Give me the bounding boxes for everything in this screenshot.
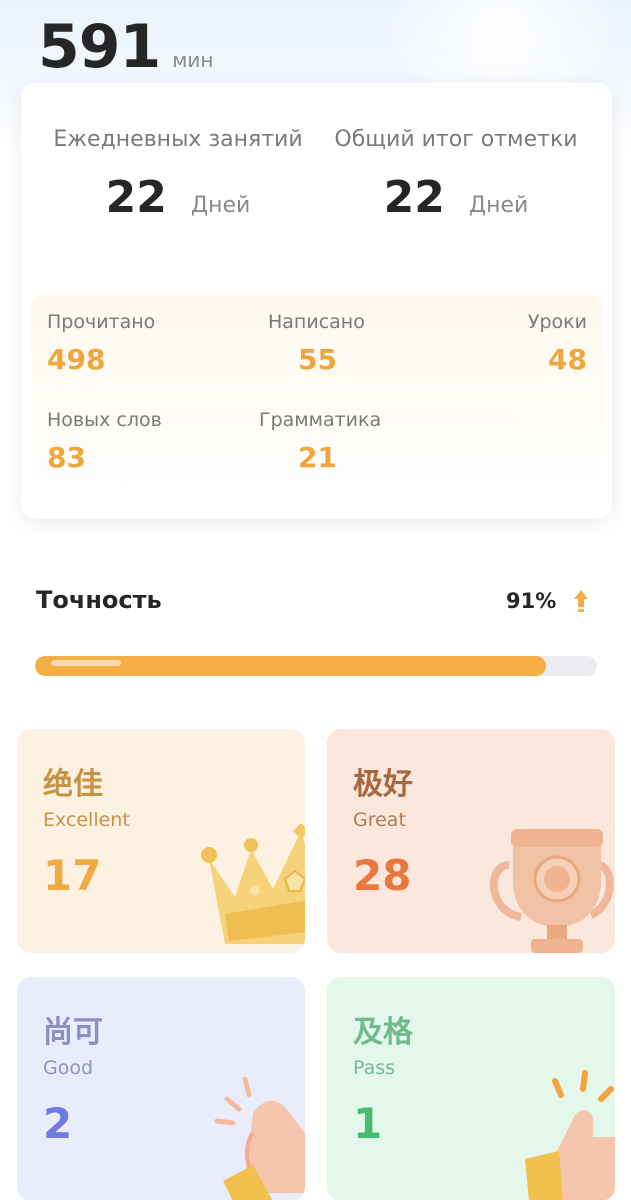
accuracy-percent: 91% — [506, 589, 557, 613]
grade-title-cn: 及格 — [353, 1015, 413, 1050]
daily-sessions-value: 22 — [105, 172, 167, 223]
grade-card-good[interactable]: 尚可 Good 2 — [17, 977, 305, 1200]
metric-value: 21 — [298, 441, 337, 474]
accuracy-progress-bar — [35, 656, 597, 676]
grade-card-pass[interactable]: 及格 Pass 1 — [327, 977, 615, 1200]
metric-value: 48 — [548, 343, 587, 376]
grade-count: 2 — [43, 1099, 73, 1148]
total-checkins-unit: Дней — [468, 193, 529, 218]
metric-value: 83 — [47, 441, 86, 474]
minutes-value: 591 — [38, 12, 161, 82]
grade-title-cn: 极好 — [353, 767, 413, 802]
grade-card-great[interactable]: 极好 Great 28 — [327, 729, 615, 953]
daily-sessions-label: Ежедневных занятий — [53, 127, 303, 152]
metric-label: Новых слов — [47, 409, 162, 431]
grade-count: 1 — [353, 1099, 383, 1148]
metric-label: Уроки — [527, 311, 587, 333]
grade-title-en: Great — [353, 809, 406, 831]
metric-written: Написано 55 — [268, 311, 365, 376]
daily-sessions: Ежедневных занятий 22 Дней — [43, 127, 313, 223]
stats-card: Ежедневных занятий 22 Дней Общий итог от… — [21, 83, 612, 519]
grade-count: 28 — [353, 851, 412, 900]
accuracy-progress-fill — [35, 656, 547, 676]
clapping-hands-icon — [214, 1076, 305, 1200]
metric-value: 55 — [298, 343, 337, 376]
grade-title-cn: 尚可 — [43, 1015, 103, 1050]
grade-title-en: Excellent — [43, 809, 130, 831]
metric-label: Написано — [268, 311, 365, 333]
details-box: Прочитано 498 Написано 55 Уроки 48 Новых… — [31, 295, 603, 499]
daily-sessions-unit: Дней — [190, 193, 251, 218]
metric-label: Грамматика — [259, 409, 382, 431]
minutes-unit: мин — [172, 48, 214, 72]
total-minutes: 591 мин — [38, 12, 213, 82]
trophy-icon — [489, 829, 614, 953]
thumbs-up-icon — [525, 1070, 615, 1200]
total-checkins-value: 22 — [383, 172, 445, 223]
total-checkins: Общий итог отметки 22 Дней — [321, 127, 591, 223]
metric-grammar: Грамматика 21 — [259, 409, 381, 474]
progress-highlight — [51, 660, 121, 666]
accuracy-title: Точность — [36, 586, 162, 614]
metric-new-words: Новых слов 83 — [47, 409, 162, 474]
metric-label: Прочитано — [47, 311, 156, 333]
grade-count: 17 — [43, 851, 102, 900]
metric-value: 498 — [47, 343, 106, 376]
grade-title-en: Pass — [353, 1057, 396, 1079]
grade-card-excellent[interactable]: 绝佳 Excellent 17 — [17, 729, 305, 953]
metric-lessons: Уроки 48 — [528, 311, 587, 376]
grade-title-en: Good — [43, 1057, 94, 1079]
metric-read: Прочитано 498 — [47, 311, 155, 376]
grade-title-cn: 绝佳 — [43, 767, 103, 802]
arrow-up-icon — [574, 590, 588, 612]
crown-icon — [201, 823, 305, 944]
total-checkins-label: Общий итог отметки — [334, 127, 578, 152]
